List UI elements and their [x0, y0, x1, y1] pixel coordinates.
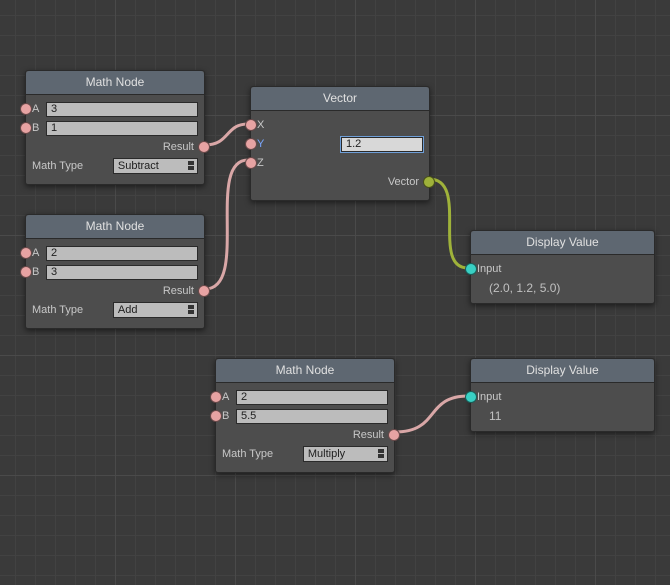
node-display-1[interactable]: Display Value Input (2.0, 1.2, 5.0) [470, 230, 655, 304]
select-mathtype[interactable]: Add [113, 302, 198, 318]
input-y[interactable]: 1.2 [341, 137, 423, 152]
node-title[interactable]: Display Value [471, 231, 654, 255]
input-a[interactable]: 2 [46, 246, 198, 261]
node-vector[interactable]: Vector X Y 1.2 Z Vector [250, 86, 430, 201]
node-title[interactable]: Display Value [471, 359, 654, 383]
display-value: 11 [477, 407, 648, 423]
label-mathtype: Math Type [32, 304, 113, 316]
label-x: X [257, 119, 271, 131]
label-result: Result [353, 429, 384, 441]
label-input: Input [477, 391, 501, 403]
node-title[interactable]: Math Node [26, 71, 204, 95]
port-in-a[interactable] [20, 103, 32, 115]
port-out-vector[interactable] [423, 176, 435, 188]
port-in-b[interactable] [210, 410, 222, 422]
label-y: Y [257, 138, 271, 150]
port-in-b[interactable] [20, 266, 32, 278]
port-in-y[interactable] [245, 138, 257, 150]
select-mathtype[interactable]: Subtract [113, 158, 198, 174]
port-in-x[interactable] [245, 119, 257, 131]
port-in-input[interactable] [465, 263, 477, 275]
label-mathtype: Math Type [32, 160, 113, 172]
input-b[interactable]: 3 [46, 265, 198, 280]
port-in-z[interactable] [245, 157, 257, 169]
port-out-result[interactable] [388, 429, 400, 441]
label-a: A [222, 391, 236, 403]
port-out-result[interactable] [198, 141, 210, 153]
port-in-a[interactable] [20, 247, 32, 259]
input-a[interactable]: 2 [236, 390, 388, 405]
label-a: A [32, 103, 46, 115]
port-in-input[interactable] [465, 391, 477, 403]
node-math-3[interactable]: Math Node A 2 B 5.5 Result Math Type Mul… [215, 358, 395, 473]
label-b: B [32, 266, 46, 278]
node-display-2[interactable]: Display Value Input 11 [470, 358, 655, 432]
label-mathtype: Math Type [222, 448, 303, 460]
port-out-result[interactable] [198, 285, 210, 297]
label-b: B [32, 122, 46, 134]
label-result: Result [163, 141, 194, 153]
label-input: Input [477, 263, 501, 275]
display-value: (2.0, 1.2, 5.0) [477, 279, 648, 295]
label-result: Result [163, 285, 194, 297]
input-a[interactable]: 3 [46, 102, 198, 117]
label-b: B [222, 410, 236, 422]
node-title[interactable]: Math Node [216, 359, 394, 383]
select-mathtype[interactable]: Multiply [303, 446, 388, 462]
port-in-b[interactable] [20, 122, 32, 134]
label-z: Z [257, 157, 271, 169]
input-b[interactable]: 1 [46, 121, 198, 136]
input-b[interactable]: 5.5 [236, 409, 388, 424]
port-in-a[interactable] [210, 391, 222, 403]
node-math-2[interactable]: Math Node A 2 B 3 Result Math Type Add [25, 214, 205, 329]
label-vector-out: Vector [388, 176, 419, 188]
label-a: A [32, 247, 46, 259]
node-title[interactable]: Math Node [26, 215, 204, 239]
node-title[interactable]: Vector [251, 87, 429, 111]
node-math-1[interactable]: Math Node A 3 B 1 Result Math Type Subtr… [25, 70, 205, 185]
